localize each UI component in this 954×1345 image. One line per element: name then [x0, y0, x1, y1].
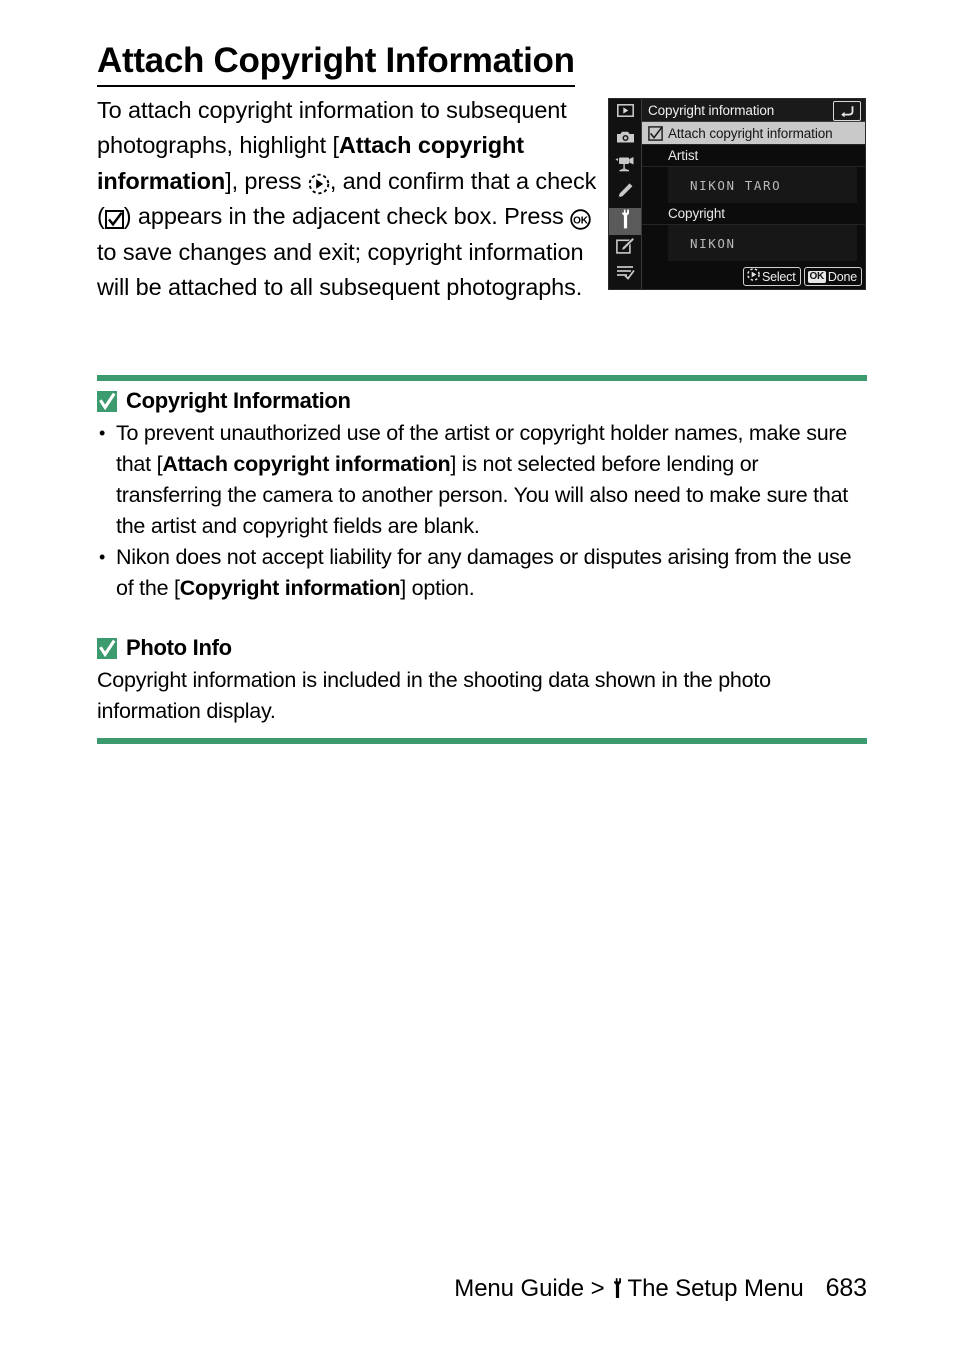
ok-button-icon: OK [570, 209, 591, 230]
page-footer: Menu Guide > The Setup Menu 683 [97, 1274, 867, 1303]
page-title-wrap: Attach Copyright Information [97, 41, 867, 87]
bullet-text-2: ] option. [400, 576, 475, 600]
note-bullet: To prevent unauthorized use of the artis… [97, 418, 869, 542]
footer-breadcrumb: Menu Guide > The Setup Menu [454, 1275, 803, 1303]
intro-text-5: to save changes and exit; copyright info… [97, 238, 584, 301]
intro-paragraph: To attach copyright information to subse… [97, 93, 867, 305]
multi-selector-right-icon [308, 173, 330, 195]
note-title: Photo Info [126, 635, 232, 660]
note-copyright-information: Copyright Information To prevent unautho… [97, 388, 869, 604]
bullet-bold-1: Copyright information [179, 576, 401, 600]
green-check-icon [97, 637, 117, 659]
document-page: Attach Copyright Information Copyright i… [0, 0, 954, 1345]
svg-text:OK: OK [573, 216, 589, 227]
note-rule-bottom [97, 738, 867, 744]
note-photo-info: Photo Info Copyright information is incl… [97, 635, 869, 727]
green-check-icon [97, 390, 117, 412]
bullet-bold-1: Attach copyright information [162, 452, 451, 476]
note-rule-top [97, 375, 867, 381]
intro-text-2: ], press [225, 167, 308, 194]
intro-text-4: ) appears in the adjacent check box. Pre… [123, 203, 571, 230]
page-number: 683 [825, 1274, 868, 1302]
note-heading: Photo Info [97, 635, 869, 661]
checked-box-icon [104, 210, 124, 230]
note-heading: Copyright Information [97, 388, 869, 414]
footer-path-suffix: The Setup Menu [627, 1275, 804, 1302]
note-title: Copyright Information [126, 388, 351, 413]
footer-path-prefix: Menu Guide > [454, 1275, 605, 1302]
lcd-text-wrap-spacer [605, 93, 867, 298]
note-paragraph: Copyright information is included in the… [97, 668, 771, 723]
wrench-icon [610, 1277, 625, 1299]
note-bullet-list: To prevent unauthorized use of the artis… [97, 418, 869, 604]
note-bullet: Nikon does not accept liability for any … [97, 542, 869, 604]
page-title: Attach Copyright Information [97, 41, 575, 87]
notes-section: Copyright Information To prevent unautho… [97, 388, 869, 727]
